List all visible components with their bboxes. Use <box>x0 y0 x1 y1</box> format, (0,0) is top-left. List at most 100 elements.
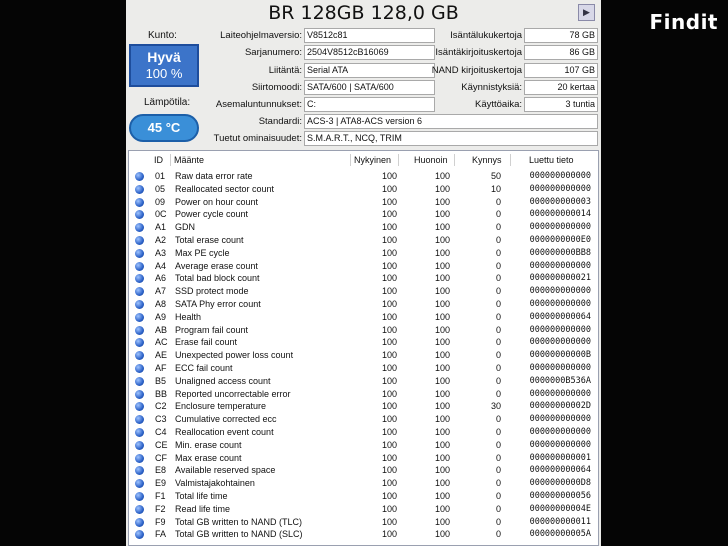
table-row[interactable]: CF Max erase count 100 100 0 000000000001 <box>132 452 596 465</box>
cell-worst: 100 <box>434 235 450 245</box>
table-row[interactable]: A8 SATA Phy error count 100 100 0 00000000000… <box>132 298 596 311</box>
table-row[interactable]: AB Program fail count 100 100 0 000000000000 <box>132 324 596 337</box>
smart-table: ID Määnte Nykyinen Huonoin Kynnys Luettu… <box>128 150 599 546</box>
table-row[interactable]: C4 Reallocation event count 100 100 0 0000000… <box>132 426 596 439</box>
table-row[interactable]: A2 Total erase count 100 100 0 0000000000E0 <box>132 234 596 247</box>
status-dot-icon <box>135 453 144 463</box>
table-row[interactable]: F2 Read life time 100 100 0 00000000004E <box>132 503 596 516</box>
status-dot-icon <box>135 248 144 258</box>
cell-raw: 0000000000D8 <box>529 478 591 489</box>
temperature-label: Lämpötila: <box>144 97 191 108</box>
table-row[interactable]: E9 Valmistajakohtainen 100 100 0 0000000000D8 <box>132 477 596 490</box>
table-row[interactable]: A3 Max PE cycle 100 100 0 000000000BB8 <box>132 247 596 260</box>
cell-id: F1 <box>155 491 166 501</box>
cell-raw: 0000000000E0 <box>529 235 591 245</box>
cell-current: 100 <box>381 183 397 194</box>
cell-id: A9 <box>155 311 167 322</box>
cell-worst: 100 <box>434 273 450 284</box>
cell-current: 100 <box>381 235 397 245</box>
features-field: S.M.A.R.T., NCQ, TRIM <box>304 131 598 146</box>
table-row[interactable]: A7 SSD protect mode 100 100 0 000000000000 <box>132 285 596 298</box>
transfer-mode-label: Siirtomoodi: <box>251 82 302 93</box>
cell-worst: 100 <box>434 286 450 297</box>
col-header-id[interactable]: ID <box>151 154 171 166</box>
cell-worst: 100 <box>434 311 450 322</box>
table-row[interactable]: CE Min. erase count 100 100 0 000000000000 <box>132 439 596 452</box>
cell-raw: 000000000021 <box>529 273 591 284</box>
cell-attribute: Total erase count <box>175 235 244 245</box>
cell-attribute: Read life time <box>175 503 231 514</box>
table-row[interactable]: 05 Reallocated sector count 100 100 10 000000… <box>132 183 596 196</box>
status-dot-icon <box>135 440 144 450</box>
table-row[interactable]: BB Reported uncorrectable error 100 100 0 000… <box>132 388 596 401</box>
table-row[interactable]: AF ECC fail count 100 100 0 000000000000 <box>132 362 596 375</box>
standard-label: Standardi: <box>258 116 302 127</box>
drive-letter-label: Asemaluntunnukset: <box>215 99 302 110</box>
cell-attribute: Max erase count <box>175 452 242 463</box>
col-header-current[interactable]: Nykyinen <box>351 154 399 166</box>
table-row[interactable]: 09 Power on hour count 100 100 0 000000000003 <box>132 196 596 209</box>
table-row[interactable]: 0C Power cycle count 100 100 0 000000000014 <box>132 208 596 221</box>
table-row[interactable]: F1 Total life time 100 100 0 000000000056 <box>132 490 596 503</box>
cell-threshold: 0 <box>495 414 501 425</box>
next-disk-button[interactable]: ▶ <box>578 4 595 21</box>
cell-id: 0C <box>155 209 167 220</box>
table-row[interactable]: A4 Average erase count 100 100 0 000000000000 <box>132 260 596 273</box>
cell-raw: 000000000056 <box>529 491 591 501</box>
col-header-threshold[interactable]: Kynnys <box>469 154 511 166</box>
cell-threshold: 0 <box>495 452 501 463</box>
status-dot-icon <box>135 261 144 271</box>
cell-current: 100 <box>381 247 397 258</box>
cell-current: 100 <box>381 222 397 233</box>
status-dot-icon <box>135 466 144 476</box>
power-on-hours-label: Käyttöaika: <box>475 99 522 110</box>
status-dot-icon <box>135 197 144 207</box>
col-header-worst[interactable]: Huonoin <box>411 154 455 166</box>
cell-attribute: SATA Phy error count <box>175 299 261 309</box>
transfer-mode-field: SATA/600 | SATA/600 <box>304 80 435 95</box>
cell-attribute: Min. erase count <box>175 439 242 450</box>
cell-id: AF <box>155 363 167 373</box>
status-dot-icon <box>135 236 144 245</box>
table-row[interactable]: FA Total GB written to NAND (SLC) 100 100 0 0… <box>132 528 596 541</box>
status-dot-icon <box>135 504 144 514</box>
cell-attribute: ECC fail count <box>175 363 233 373</box>
firmware-field: V8512c81 <box>304 28 435 43</box>
cell-worst: 100 <box>434 209 450 220</box>
cell-attribute: Reallocated sector count <box>175 183 275 194</box>
cell-attribute: Total GB written to NAND (SLC) <box>175 529 303 540</box>
table-row[interactable]: A6 Total bad block count 100 100 0 0000000000… <box>132 272 596 285</box>
cell-threshold: 0 <box>495 465 501 476</box>
table-row[interactable]: 01 Raw data error rate 100 100 50 00000000000… <box>132 170 596 183</box>
cell-id: A1 <box>155 222 167 233</box>
table-row[interactable]: C2 Enclosure temperature 100 100 30 000000000… <box>132 400 596 413</box>
status-dot-icon <box>135 312 144 322</box>
cell-threshold: 0 <box>495 529 501 540</box>
col-header-raw[interactable]: Luettu tieto <box>526 154 596 166</box>
power-on-count-label: Käynnistyksiä: <box>461 82 522 93</box>
cell-threshold: 0 <box>495 324 501 335</box>
table-row[interactable]: F9 Total GB written to NAND (TLC) 100 100 0 0… <box>132 516 596 529</box>
cell-attribute: Unaligned access count <box>175 375 271 386</box>
table-row[interactable]: A1 GDN 100 100 0 000000000000 <box>132 221 596 234</box>
cell-current: 100 <box>381 478 397 489</box>
table-row[interactable]: A9 Health 100 100 0 000000000064 <box>132 311 596 324</box>
cell-id: CE <box>155 439 168 450</box>
cell-current: 100 <box>381 311 397 322</box>
cell-id: E8 <box>155 465 167 476</box>
table-row[interactable]: E8 Available reserved space 100 100 0 0000000… <box>132 464 596 477</box>
status-dot-icon <box>135 184 144 194</box>
cell-id: E9 <box>155 478 167 489</box>
cell-current: 100 <box>381 286 397 297</box>
table-row[interactable]: C3 Cumulative corrected ecc 100 100 0 0000000… <box>132 413 596 426</box>
cell-id: A7 <box>155 286 167 297</box>
table-row[interactable]: AC Erase fail count 100 100 0 000000000000 <box>132 336 596 349</box>
col-header-attribute[interactable]: Määnte <box>171 154 351 166</box>
table-row[interactable]: B5 Unaligned access count 100 100 0 0000000B5… <box>132 375 596 388</box>
cell-attribute: Cumulative corrected ecc <box>175 414 277 425</box>
cell-id: 09 <box>155 196 166 207</box>
table-row[interactable]: AE Unexpected power loss count 100 100 0 0000… <box>132 349 596 362</box>
cell-threshold: 0 <box>495 503 501 514</box>
cell-id: C2 <box>155 401 167 412</box>
cell-raw: 000000000000 <box>529 363 591 373</box>
